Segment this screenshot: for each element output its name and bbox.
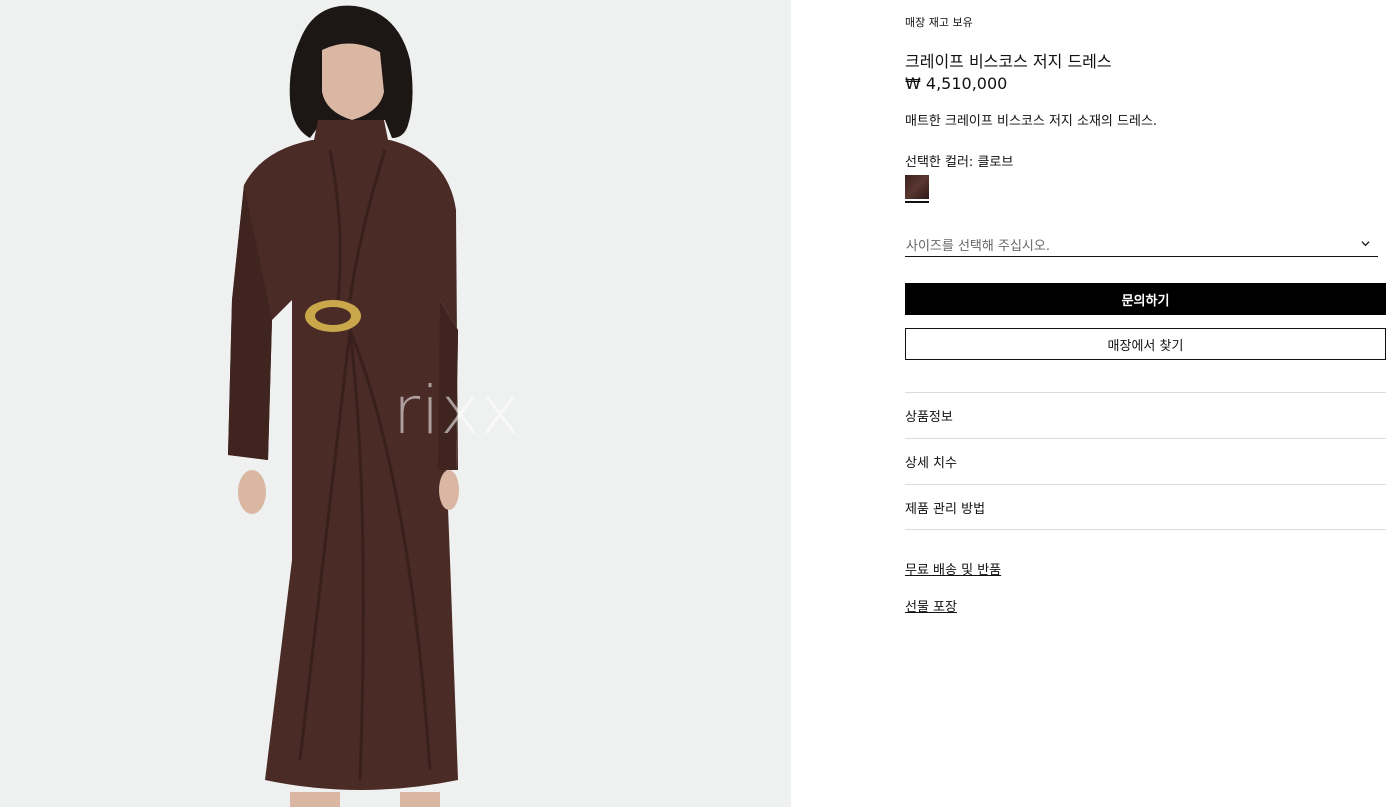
product-detail-panel: 매장 재고 보유 크레이프 비스코스 저지 드레스 ₩ 4,510,000 매트… <box>905 0 1386 807</box>
inquire-button[interactable]: 문의하기 <box>905 283 1386 315</box>
info-accordion: 상품정보 상세 치수 제품 관리 방법 <box>905 392 1386 530</box>
size-select-placeholder: 사이즈를 선택해 주십시오. <box>906 239 1050 254</box>
product-title: 크레이프 비스코스 저지 드레스 <box>905 52 1112 71</box>
stock-status: 매장 재고 보유 <box>905 16 973 29</box>
product-price: ₩ 4,510,000 <box>905 74 1008 93</box>
find-in-store-button[interactable]: 매장에서 찾기 <box>905 328 1386 360</box>
accordion-product-info[interactable]: 상품정보 <box>905 392 1386 438</box>
color-swatch-clove[interactable] <box>905 175 929 199</box>
selected-color-label: 선택한 컬러: 클로브 <box>905 155 1014 170</box>
free-shipping-returns-link[interactable]: 무료 배송 및 반품 <box>905 559 1001 578</box>
size-select[interactable]: 사이즈를 선택해 주십시오. <box>905 232 1378 257</box>
swatch-selected-indicator <box>905 201 929 203</box>
gift-wrap-link[interactable]: 선물 포장 <box>905 596 957 615</box>
accordion-size-details[interactable]: 상세 치수 <box>905 438 1386 484</box>
product-description: 매트한 크레이프 비스코스 저지 소재의 드레스. <box>905 114 1158 129</box>
watermark-text: rixx <box>393 372 521 449</box>
chevron-down-icon <box>1361 241 1370 247</box>
accordion-care-instructions[interactable]: 제품 관리 방법 <box>905 484 1386 530</box>
product-image-panel: rixx <box>0 0 791 807</box>
